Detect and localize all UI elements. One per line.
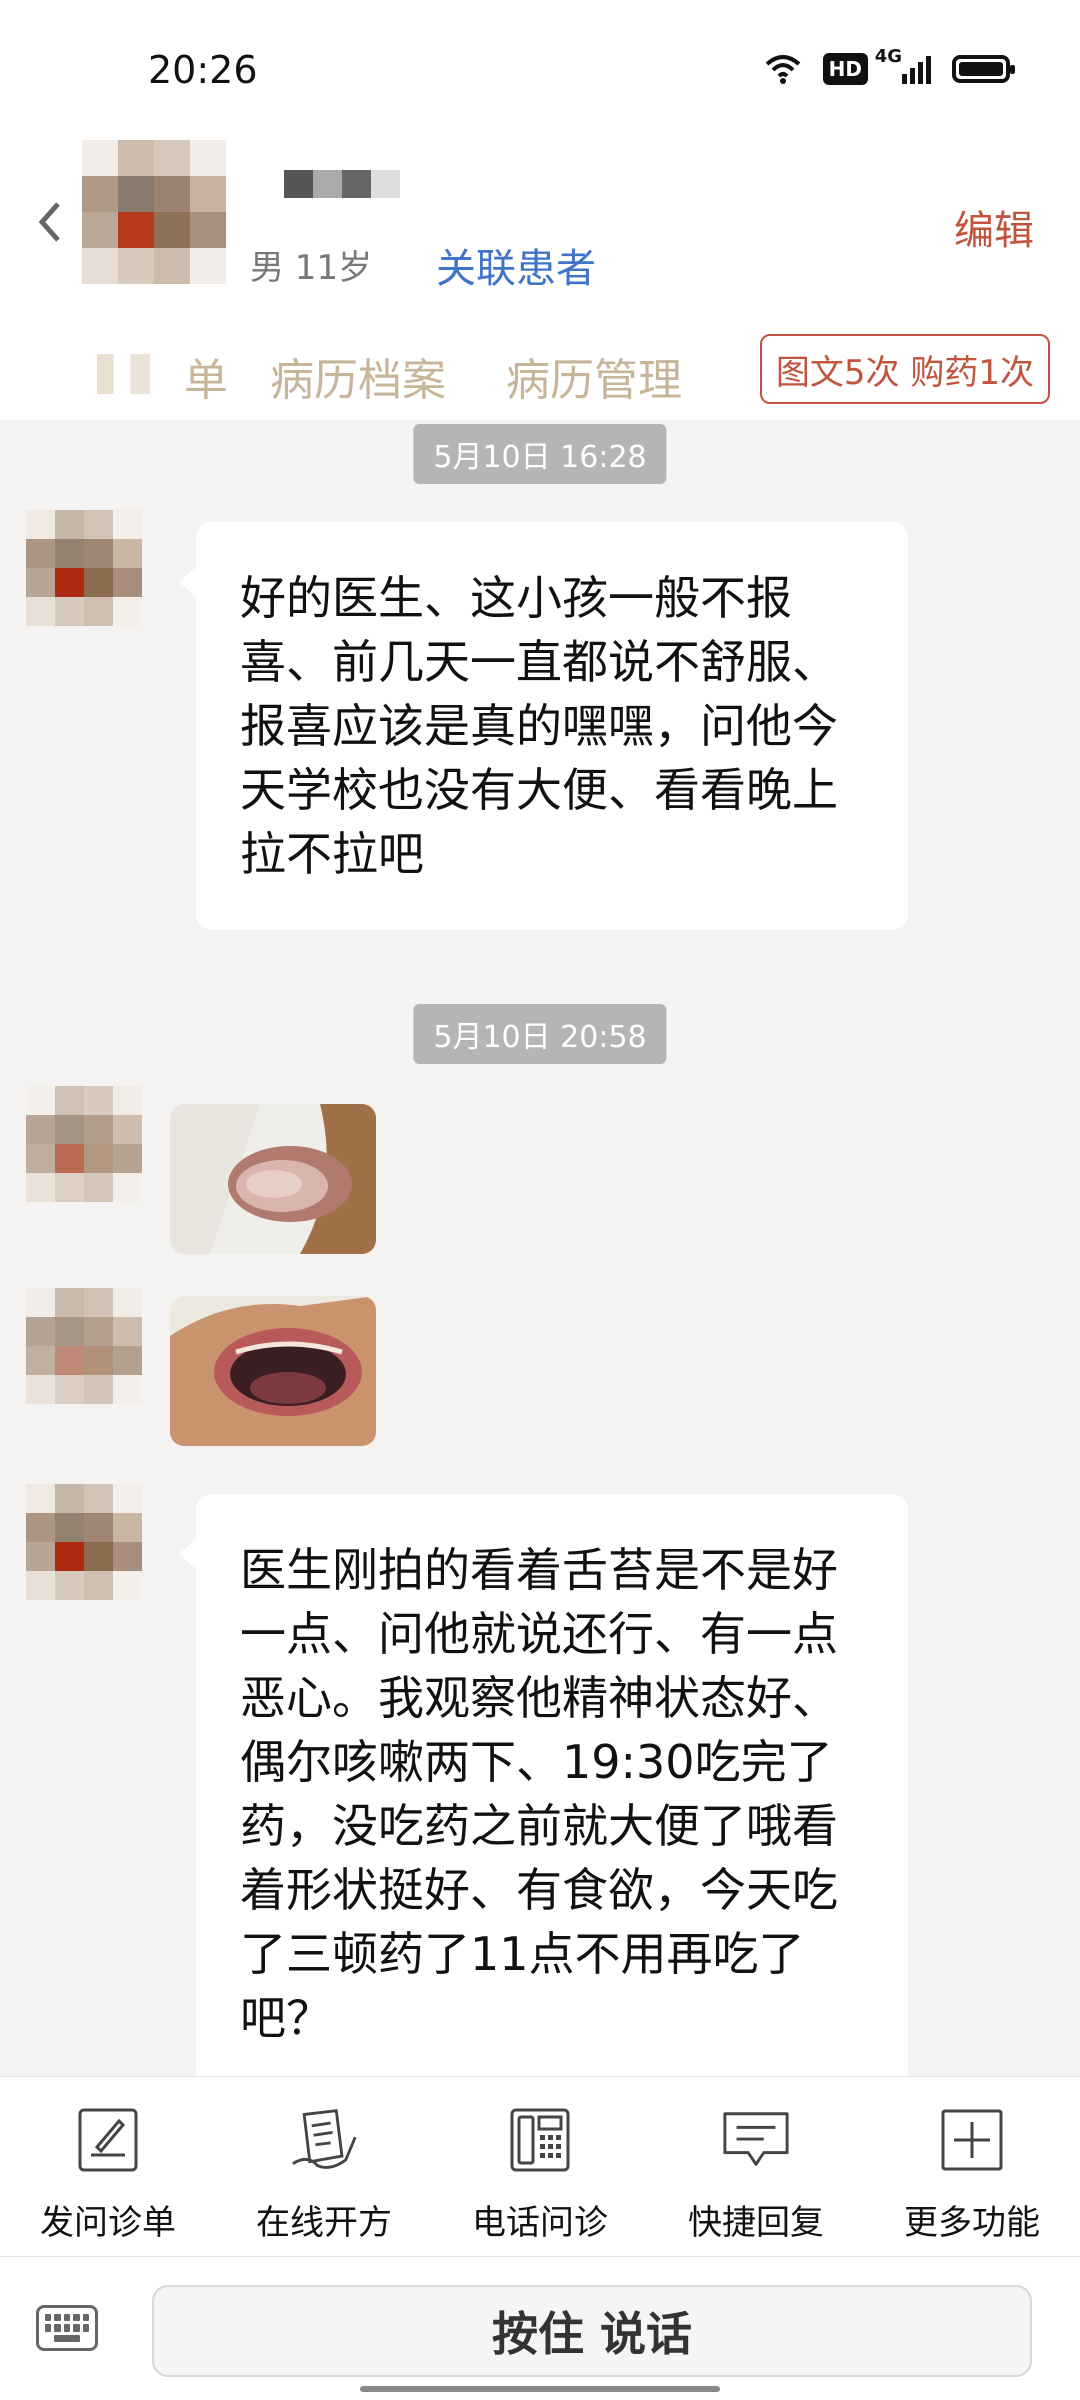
mouth-photo[interactable] bbox=[170, 1296, 376, 1446]
form-icon bbox=[73, 2105, 143, 2175]
patient-name-blurred bbox=[284, 170, 400, 198]
home-indicator[interactable] bbox=[360, 2386, 720, 2392]
tab-medical-management[interactable]: 病历管理 bbox=[506, 344, 682, 408]
phone-icon bbox=[505, 2105, 575, 2175]
status-bar: 20:26 HD 4G bbox=[0, 0, 1080, 140]
sender-avatar[interactable] bbox=[26, 1086, 142, 1202]
consult-counter-badge[interactable]: 图文5次 购药1次 bbox=[759, 334, 1050, 404]
edit-button[interactable]: 编辑 bbox=[954, 198, 1034, 256]
tool-label: 电话问诊 bbox=[472, 2203, 608, 2243]
chat-header: 男 11岁 关联患者 编辑 单 病历档案 病历管理 图文5次 购药1次 bbox=[0, 140, 1080, 420]
quick-reply-button[interactable]: 快捷回复 bbox=[648, 2077, 864, 2256]
keyboard-icon[interactable] bbox=[36, 2305, 98, 2351]
message-bubble[interactable]: 医生刚拍的看着舌苔是不是好一点、问他就说还行、有一点恶心。我观察他精神状态好、偶… bbox=[178, 1494, 908, 2094]
prescription-icon bbox=[289, 2105, 359, 2175]
hold-to-talk-button[interactable]: 按住 说话 bbox=[152, 2285, 1032, 2377]
patient-meta: 男 11岁 bbox=[250, 248, 373, 288]
back-icon[interactable] bbox=[36, 200, 64, 244]
tool-label: 发问诊单 bbox=[40, 2203, 176, 2243]
status-time: 20:26 bbox=[148, 48, 258, 92]
tab-medical-archive[interactable]: 病历档案 bbox=[270, 344, 446, 408]
patient-avatar[interactable] bbox=[82, 140, 226, 284]
tool-label: 在线开方 bbox=[256, 2203, 392, 2243]
status-icons: HD 4G bbox=[763, 46, 1015, 86]
message-bubble[interactable]: 好的医生、这小孩一般不报喜、前几天一直都说不舒服、报喜应该是真的嘿嘿，问他今天学… bbox=[178, 522, 908, 930]
input-bar: 按住 说话 bbox=[0, 2256, 1080, 2400]
header-tabs: 单 病历档案 病历管理 图文5次 购药1次 bbox=[0, 326, 1080, 420]
wifi-icon bbox=[765, 55, 800, 84]
action-toolbar: 发问诊单 在线开方 电话问诊 快捷回复 更多功能 bbox=[0, 2076, 1080, 2256]
battery-icon bbox=[952, 55, 1015, 83]
tool-label: 快捷回复 bbox=[688, 2203, 824, 2243]
online-prescription-button[interactable]: 在线开方 bbox=[216, 2077, 432, 2256]
more-features-button[interactable]: 更多功能 bbox=[864, 2077, 1080, 2256]
plus-icon bbox=[937, 2105, 1007, 2175]
tool-label: 更多功能 bbox=[904, 2203, 1040, 2243]
link-patient-button[interactable]: 关联患者 bbox=[436, 236, 596, 294]
sender-avatar[interactable] bbox=[26, 1288, 142, 1404]
message-timestamp: 5月10日 20:58 bbox=[413, 1004, 667, 1064]
sender-avatar[interactable] bbox=[26, 510, 142, 626]
send-form-button[interactable]: 发问诊单 bbox=[0, 2077, 216, 2256]
message-timestamp: 5月10日 16:28 bbox=[413, 424, 667, 484]
tongue-photo[interactable] bbox=[170, 1104, 376, 1254]
sender-avatar[interactable] bbox=[26, 1484, 142, 1600]
tab-blur-mask bbox=[80, 354, 220, 394]
hd-badge: HD bbox=[822, 53, 868, 85]
network-type: 4G bbox=[874, 46, 902, 67]
quick-reply-icon bbox=[721, 2105, 791, 2175]
phone-consult-button[interactable]: 电话问诊 bbox=[432, 2077, 648, 2256]
